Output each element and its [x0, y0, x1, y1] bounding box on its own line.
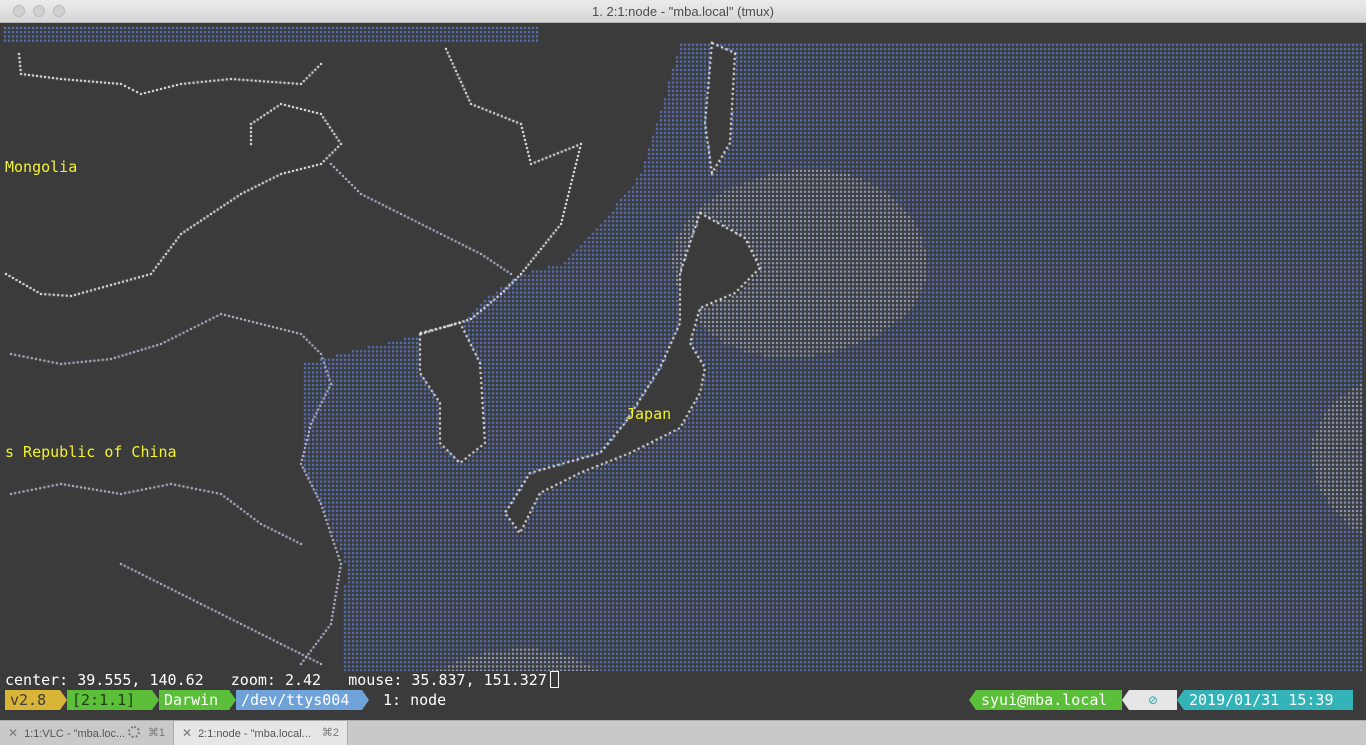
powerline-arrow-icon [362, 690, 369, 710]
tab-shortcut: ⌘2 [321, 727, 339, 739]
zoom-label: zoom: [230, 671, 276, 689]
window-titlebar: 1. 2:1:node - "mba.local" (tmux) [0, 0, 1366, 23]
tmux-window-tab[interactable]: 1: node [378, 690, 468, 710]
terminal-pane[interactable]: Mongolia s Republic of China Japan cente… [0, 23, 1366, 720]
map-label-china: s Republic of China [5, 443, 177, 461]
tmux-session-segment: [2:1.1] [67, 690, 152, 710]
window-title: 1. 2:1:node - "mba.local" (tmux) [592, 4, 774, 19]
map-status-line: center: 39.555, 140.62 zoom: 2.42 mouse:… [5, 671, 559, 689]
mouse-label: mouse: [348, 671, 403, 689]
terminal-tab-bar: ✕ 1:1:VLC - "mba.loc... ⌘1 ✕ 2:1:node - "m… [0, 720, 1366, 745]
powerline-arrow-icon [969, 690, 976, 710]
tmux-os-segment: Darwin [159, 690, 229, 710]
tab-shortcut: ⌘1 [147, 727, 165, 739]
map-label-japan: Japan [626, 405, 672, 423]
tmux-datetime-segment: 2019/01/31 15:39 [1184, 690, 1353, 710]
tmux-status-bar: v2.8 [2:1.1] Darwin /dev/ttys004 1: node… [0, 690, 1366, 710]
tab-label: 2:1:node - "mba.local... [198, 728, 311, 740]
satellite-icon: ⊘ [1129, 690, 1177, 710]
mouse-value: 35.837, 151.327 [411, 671, 547, 689]
tmux-user-host-segment: syui@mba.local [976, 690, 1122, 710]
powerline-arrow-icon [1122, 690, 1129, 710]
close-tab-icon[interactable]: ✕ [182, 726, 192, 740]
tab-vlc[interactable]: ✕ 1:1:VLC - "mba.loc... ⌘1 [0, 721, 174, 745]
terminal-cursor [549, 671, 559, 688]
powerline-arrow-icon [229, 690, 236, 710]
powerline-arrow-icon [60, 690, 67, 710]
ascii-world-map[interactable] [0, 23, 1366, 671]
activity-spinner-icon [128, 726, 141, 738]
zoom-value: 2.42 [284, 671, 322, 689]
tab-node[interactable]: ✕ 2:1:node - "mba.local... ⌘2 [174, 721, 348, 745]
center-label: center: [5, 671, 69, 689]
close-tab-icon[interactable]: ✕ [8, 726, 18, 740]
powerline-arrow-icon [1177, 690, 1184, 710]
map-label-mongolia: Mongolia [5, 158, 78, 176]
tmux-version-segment: v2.8 [5, 690, 60, 710]
center-value: 39.555, 140.62 [77, 671, 204, 689]
tmux-tty-segment: /dev/ttys004 [236, 690, 362, 710]
tab-label: 1:1:VLC - "mba.loc... [24, 728, 126, 740]
powerline-arrow-icon [152, 690, 159, 710]
